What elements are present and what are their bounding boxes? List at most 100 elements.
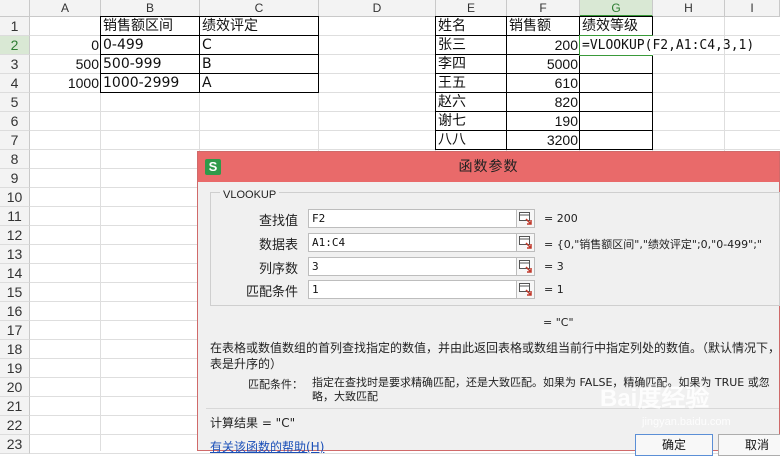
row-header[interactable]: 13 [0, 245, 30, 264]
row-header[interactable]: 1 [0, 17, 30, 36]
table-border [435, 92, 653, 93]
dialog-title: 函数参数 [458, 159, 519, 175]
table-border [435, 73, 653, 74]
row-header[interactable]: 21 [0, 397, 30, 416]
data-cell[interactable]: 李四 [436, 55, 507, 74]
column-header[interactable]: B [101, 0, 200, 17]
gridline [30, 111, 780, 112]
row-header[interactable]: 16 [0, 302, 30, 321]
row-header[interactable]: 20 [0, 378, 30, 397]
data-cell[interactable]: 0 [30, 36, 101, 55]
range-picker-icon[interactable] [516, 209, 535, 228]
row-header[interactable]: 14 [0, 264, 30, 283]
header-cell[interactable]: 绩效等级 [580, 17, 653, 36]
row-header[interactable]: 7 [0, 131, 30, 150]
row-header[interactable]: 15 [0, 283, 30, 302]
range-picker-icon[interactable] [516, 280, 535, 299]
dialog-titlebar[interactable]: S 函数参数 [198, 152, 779, 182]
data-cell[interactable]: 200 [507, 36, 580, 55]
data-cell[interactable]: 1000 [30, 74, 101, 93]
header-cell[interactable]: 绩效评定 [200, 17, 319, 36]
data-cell[interactable]: 1000-2999 [101, 74, 200, 93]
row-header[interactable]: 9 [0, 169, 30, 188]
table-border [100, 73, 319, 74]
table-border [435, 111, 653, 112]
data-cell[interactable]: 张三 [436, 36, 507, 55]
function-description: 在表格或数值数组的首列查找指定的数值，并由此返回表格或数组当前行中指定列处的数值… [210, 341, 780, 371]
header-cell[interactable]: 销售额区间 [101, 17, 200, 36]
argument-input[interactable]: F2 [308, 209, 534, 228]
row-header[interactable]: 18 [0, 340, 30, 359]
row-header[interactable]: 12 [0, 226, 30, 245]
argument-label: 数据表 [258, 238, 298, 253]
data-cell[interactable]: 谢七 [436, 112, 507, 131]
table-border [100, 92, 319, 93]
table-border [435, 149, 653, 150]
data-cell[interactable]: 赵六 [436, 93, 507, 112]
column-header[interactable]: I [725, 0, 780, 17]
column-header[interactable]: H [653, 0, 725, 17]
column-header[interactable]: F [507, 0, 580, 17]
result-preview: = "C" [543, 316, 574, 329]
help-link[interactable]: 有关该函数的帮助(H) [210, 438, 324, 455]
row-header[interactable]: 4 [0, 74, 30, 93]
row-header[interactable]: 23 [0, 435, 30, 454]
range-picker-icon[interactable] [516, 257, 535, 276]
argument-input[interactable]: 1 [308, 280, 534, 299]
data-cell[interactable]: 610 [507, 74, 580, 93]
divider [206, 408, 779, 409]
column-header[interactable]: C [200, 0, 319, 17]
calculation-result: 计算结果 = "C" [210, 416, 296, 430]
argument-result: = 1 [544, 283, 564, 296]
select-all-corner[interactable] [0, 0, 30, 17]
data-cell[interactable]: B [200, 55, 319, 74]
row-header[interactable]: 11 [0, 207, 30, 226]
header-cell[interactable]: 姓名 [436, 17, 507, 36]
argument-result: = 3 [544, 260, 564, 273]
argument-label: 匹配条件 [245, 285, 298, 300]
data-cell[interactable]: 500-999 [101, 55, 200, 74]
argument-result: = 200 [544, 212, 578, 225]
column-header[interactable]: D [319, 0, 436, 17]
argument-label: 列序数 [258, 262, 298, 277]
range-picker-icon[interactable] [516, 233, 535, 252]
data-cell[interactable]: 王五 [436, 74, 507, 93]
row-header[interactable]: 3 [0, 55, 30, 74]
row-header[interactable]: 10 [0, 188, 30, 207]
row-header[interactable]: 2 [0, 36, 30, 55]
table-border [100, 16, 319, 17]
row-header[interactable]: 5 [0, 93, 30, 112]
table-border [435, 130, 653, 131]
data-cell[interactable]: 5000 [507, 55, 580, 74]
data-cell[interactable]: 500 [30, 55, 101, 74]
data-cell[interactable]: 3200 [507, 131, 580, 150]
header-cell[interactable] [30, 17, 101, 36]
table-border [100, 35, 319, 36]
cancel-button[interactable]: 取消 [718, 434, 780, 456]
data-cell[interactable]: 820 [507, 93, 580, 112]
data-cell[interactable]: 0-499 [101, 36, 200, 55]
data-cell[interactable]: 八八 [436, 131, 507, 150]
row-header[interactable]: 22 [0, 416, 30, 435]
row-header[interactable]: 17 [0, 321, 30, 340]
header-cell[interactable]: 销售额 [507, 17, 580, 36]
argument-result: = {0,"销售额区间","绩效评定";0,"0-499";" [544, 238, 762, 251]
data-cell[interactable]: C [200, 36, 319, 55]
argument-input[interactable]: 3 [308, 257, 534, 276]
table-border [435, 16, 653, 17]
argument-input[interactable]: A1:C4 [308, 233, 534, 252]
ok-button[interactable]: 确定 [635, 434, 713, 456]
column-header[interactable]: A [30, 0, 101, 17]
column-header[interactable]: G [580, 0, 653, 17]
row-header[interactable]: 19 [0, 359, 30, 378]
column-header[interactable]: E [436, 0, 507, 17]
gridline [30, 130, 780, 131]
gridline [30, 149, 780, 150]
formula-cell[interactable]: =VLOOKUP(F2,A1:C4,3,1) [580, 36, 754, 55]
row-header[interactable]: 8 [0, 150, 30, 169]
function-arguments-dialog: S 函数参数 VLOOKUP 查找值 F2 = 200 数据表 A1:C4 = {0,"销… [197, 151, 780, 456]
data-cell[interactable]: A [200, 74, 319, 93]
row-header[interactable]: 6 [0, 112, 30, 131]
parameter-description: 指定在查找时是要求精确匹配，还是大致匹配。如果为 FALSE，精确匹配。如果为 … [312, 376, 770, 403]
data-cell[interactable]: 190 [507, 112, 580, 131]
